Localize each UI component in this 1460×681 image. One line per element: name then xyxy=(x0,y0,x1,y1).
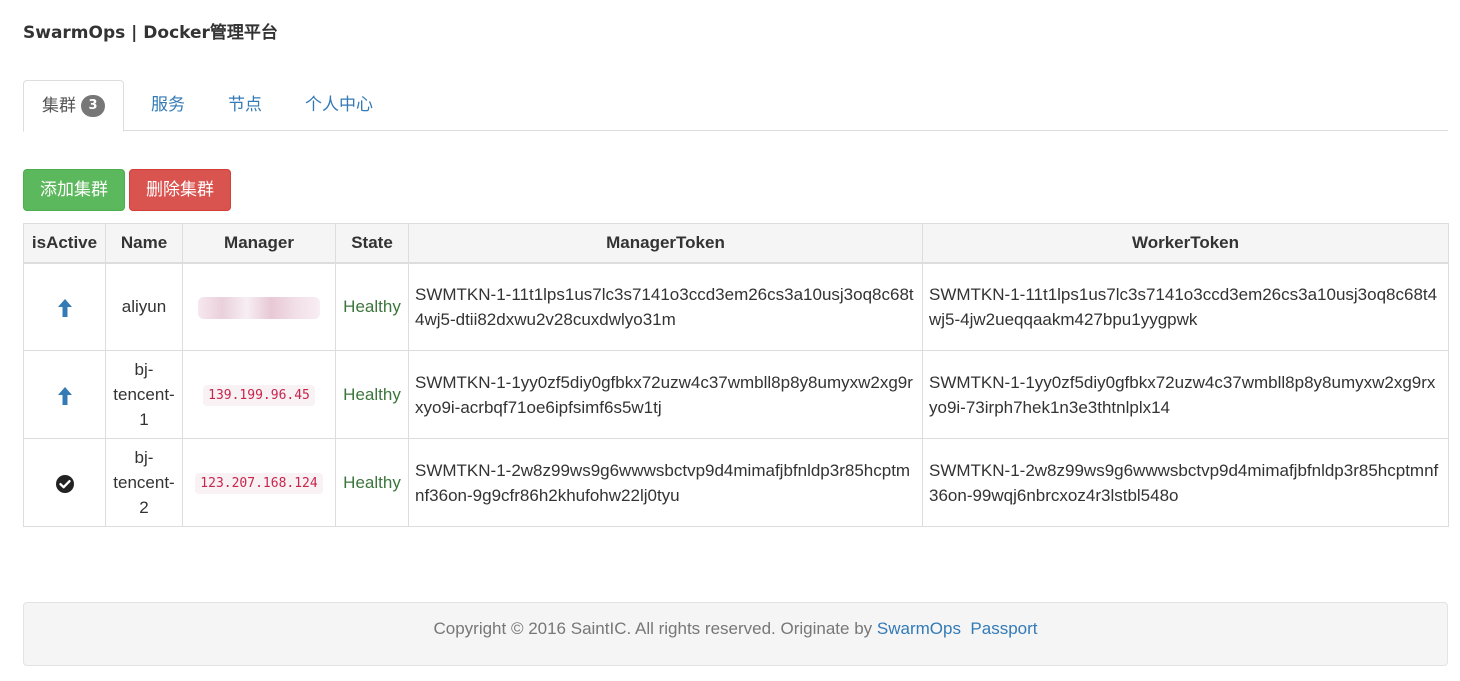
manager-cell: 123.207.168.124 xyxy=(182,438,336,527)
app-brand: SwarmOps | Docker管理平台 xyxy=(23,23,278,43)
manager-token: SWMTKN-1-11t1lps1us7lc3s7141o3ccd3em26cs… xyxy=(408,262,923,351)
manager-ip: 139.199.96.45 xyxy=(203,385,315,406)
clusters-table: isActive Name Manager State ManagerToken… xyxy=(23,223,1449,527)
page-footer: Copyright © 2016 SaintIC. All rights res… xyxy=(23,602,1448,666)
manager-token: SWMTKN-1-2w8z99ws9g6wwwsbctvp9d4mimafjbf… xyxy=(408,438,923,527)
tab-services[interactable]: 服务 xyxy=(133,80,203,131)
tab-nodes[interactable]: 节点 xyxy=(210,80,280,131)
worker-token: SWMTKN-1-2w8z99ws9g6wwwsbctvp9d4mimafjbf… xyxy=(922,438,1449,527)
column-header-state[interactable]: State xyxy=(335,223,409,264)
redacted-manager-ip xyxy=(198,296,320,319)
cluster-count-badge: 3 xyxy=(81,95,105,117)
manager-token: SWMTKN-1-1yy0zf5diy0gfbkx72uzw4c37wmbll8… xyxy=(408,350,923,439)
worker-token: SWMTKN-1-1yy0zf5diy0gfbkx72uzw4c37wmbll8… xyxy=(922,350,1449,439)
cluster-state: Healthy xyxy=(335,350,409,439)
column-header-manager-token[interactable]: ManagerToken xyxy=(408,223,923,264)
isactive-cell xyxy=(23,438,106,527)
arrow-up-icon[interactable] xyxy=(57,386,72,405)
cluster-state: Healthy xyxy=(335,438,409,527)
cluster-name: bj-tencent-2 xyxy=(105,438,183,527)
column-header-manager[interactable]: Manager xyxy=(182,223,336,264)
add-cluster-button[interactable]: 添加集群 xyxy=(23,169,125,211)
manager-cell: 139.199.96.45 xyxy=(182,350,336,439)
cluster-name: aliyun xyxy=(105,262,183,351)
cluster-state: Healthy xyxy=(335,262,409,351)
table-header-row: isActive Name Manager State ManagerToken… xyxy=(23,223,1449,264)
isactive-cell xyxy=(23,262,106,351)
footer-link-swarmops[interactable]: SwarmOps xyxy=(877,619,961,638)
cluster-name: bj-tencent-1 xyxy=(105,350,183,439)
tab-clusters[interactable]: 集群 3 xyxy=(23,80,124,132)
tab-clusters-label: 集群 xyxy=(42,96,76,116)
footer-link-passport[interactable]: Passport xyxy=(970,619,1037,638)
table-row[interactable]: aliyun Healthy SWMTKN-1-11t1lps1us7lc3s7… xyxy=(23,262,1449,351)
table-row[interactable]: bj-tencent-2 123.207.168.124 Healthy SWM… xyxy=(23,438,1449,527)
manager-ip: 123.207.168.124 xyxy=(195,473,323,494)
manager-cell xyxy=(182,262,336,351)
column-header-isactive[interactable]: isActive xyxy=(23,223,106,264)
tab-profile[interactable]: 个人中心 xyxy=(287,80,391,131)
check-circle-icon xyxy=(55,474,74,493)
footer-copyright: Copyright © 2016 SaintIC. All rights res… xyxy=(433,619,873,638)
column-header-name[interactable]: Name xyxy=(105,223,183,264)
table-row[interactable]: bj-tencent-1 139.199.96.45 Healthy SWMTK… xyxy=(23,350,1449,439)
column-header-worker-token[interactable]: WorkerToken xyxy=(922,223,1449,264)
isactive-cell xyxy=(23,350,106,439)
main-tabs: 集群 3 服务 节点 个人中心 xyxy=(23,80,1448,132)
arrow-up-icon[interactable] xyxy=(57,298,72,317)
delete-cluster-button[interactable]: 删除集群 xyxy=(129,169,231,211)
worker-token: SWMTKN-1-11t1lps1us7lc3s7141o3ccd3em26cs… xyxy=(922,262,1449,351)
